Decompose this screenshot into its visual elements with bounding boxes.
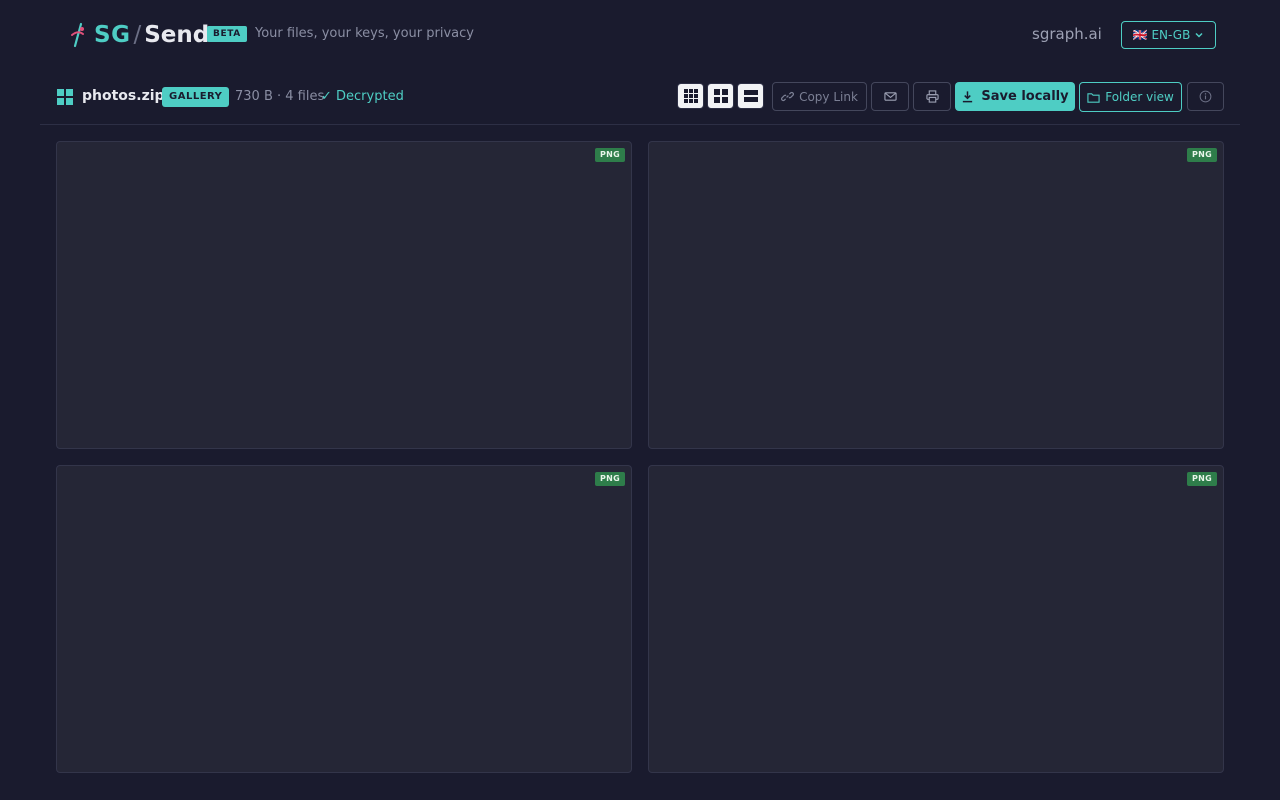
tagline: Your files, your keys, your privacy bbox=[255, 26, 474, 41]
file-type-badge: PNG bbox=[594, 472, 625, 486]
mode-badge: GALLERY bbox=[162, 87, 230, 107]
view-grid-large-button[interactable] bbox=[707, 83, 734, 109]
language-select[interactable]: 🇬🇧 EN-GB bbox=[1121, 21, 1216, 49]
language-label: 🇬🇧 EN-GB bbox=[1132, 28, 1191, 42]
copy-link-label: Copy Link bbox=[799, 89, 858, 104]
gallery-item[interactable]: PNG bbox=[56, 141, 632, 449]
view-grid-small-button[interactable] bbox=[677, 83, 704, 109]
gallery-item[interactable]: PNG bbox=[56, 465, 632, 773]
download-icon bbox=[963, 91, 973, 103]
file-toolbar: photos.zip GALLERY 730 B · 4 files ✓ Dec… bbox=[40, 80, 1240, 125]
grid-large-icon bbox=[713, 89, 728, 103]
folder-view-label: Folder view bbox=[1105, 90, 1174, 104]
save-locally-label: Save locally bbox=[981, 89, 1069, 104]
file-type-badge: PNG bbox=[594, 148, 625, 162]
file-meta: 730 B · 4 files bbox=[235, 89, 325, 104]
logo-mark-icon bbox=[71, 22, 84, 48]
list-icon bbox=[743, 90, 758, 102]
view-list-button[interactable] bbox=[737, 83, 764, 109]
mail-icon bbox=[883, 92, 897, 101]
info-icon bbox=[1199, 90, 1212, 103]
brand-slash: / bbox=[133, 22, 142, 48]
copy-link-button[interactable]: Copy Link bbox=[772, 82, 867, 111]
folder-view-button[interactable]: Folder view bbox=[1079, 82, 1182, 112]
save-locally-button[interactable]: Save locally bbox=[955, 82, 1075, 111]
grid-small-icon bbox=[683, 89, 698, 103]
info-button[interactable] bbox=[1187, 82, 1224, 111]
gallery-item[interactable]: PNG bbox=[648, 141, 1224, 449]
brand-sg: SG bbox=[94, 22, 131, 48]
gallery-item[interactable]: PNG bbox=[648, 465, 1224, 773]
print-button[interactable] bbox=[913, 82, 951, 111]
file-name: photos.zip bbox=[82, 88, 165, 104]
brand-logo[interactable]: SG / Send bbox=[68, 20, 209, 50]
gallery-grid-icon bbox=[57, 89, 73, 105]
link-icon bbox=[781, 91, 795, 102]
printer-icon bbox=[925, 90, 939, 103]
sgraph-link[interactable]: sgraph.ai bbox=[1032, 25, 1102, 43]
chevron-down-icon bbox=[1195, 32, 1203, 38]
decrypted-status: ✓ Decrypted bbox=[321, 89, 404, 104]
file-type-badge: PNG bbox=[1186, 148, 1217, 162]
file-type-badge: PNG bbox=[1186, 472, 1217, 486]
folder-icon bbox=[1087, 92, 1100, 103]
app-header: SG / Send BETA Your files, your keys, yo… bbox=[0, 0, 1280, 70]
email-button[interactable] bbox=[871, 82, 909, 111]
brand-send: Send bbox=[144, 22, 210, 48]
beta-badge: BETA bbox=[207, 26, 247, 42]
